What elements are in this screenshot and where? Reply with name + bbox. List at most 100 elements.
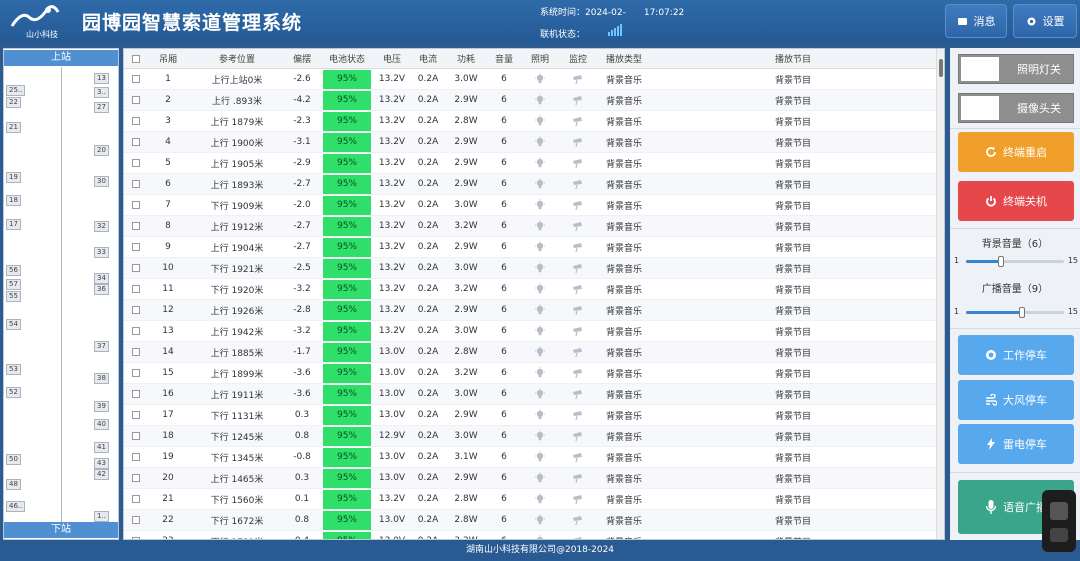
table-row[interactable]: 16 上行 1911米 -3.6 95% 13.0V 0.2A 3.0W 6 背景音乐 背景节目: [124, 384, 936, 405]
row-checkbox[interactable]: [128, 216, 144, 236]
cabin-marker[interactable]: 57: [6, 279, 21, 290]
message-button[interactable]: 消息: [945, 4, 1007, 38]
thunder-stop-button[interactable]: 雷电停车: [958, 424, 1074, 464]
camera-icon[interactable]: [558, 300, 598, 320]
table-row[interactable]: 9 上行 1904米 -2.7 95% 13.2V 0.2A 2.9W 6 背景音乐 背景节目: [124, 237, 936, 258]
slider-rail[interactable]: [966, 307, 1064, 318]
table-row[interactable]: 5 上行 1905米 -2.9 95% 13.2V 0.2A 2.9W 6 背景音乐 背景节目: [124, 153, 936, 174]
row-checkbox[interactable]: [128, 426, 144, 446]
row-checkbox[interactable]: [128, 279, 144, 299]
camera-icon[interactable]: [558, 468, 598, 488]
row-checkbox[interactable]: [128, 510, 144, 530]
row-checkbox[interactable]: [128, 489, 144, 509]
cabin-marker[interactable]: 22: [6, 97, 21, 108]
table-row[interactable]: 3 上行 1879米 -2.3 95% 13.2V 0.2A 2.8W 6 背景音乐 背景节目: [124, 111, 936, 132]
camera-icon[interactable]: [558, 531, 598, 539]
camera-icon[interactable]: [558, 132, 598, 152]
table-row[interactable]: 12 上行 1926米 -2.8 95% 13.2V 0.2A 2.9W 6 背景音乐 背景节目: [124, 300, 936, 321]
cabin-marker[interactable]: 48: [6, 479, 21, 490]
slider-handle[interactable]: [998, 256, 1004, 267]
terminal-shutdown-button[interactable]: 终端关机: [958, 181, 1074, 221]
select-all-checkbox[interactable]: [128, 49, 144, 68]
work-stop-button[interactable]: 工作停车: [958, 335, 1074, 375]
wind-stop-button[interactable]: 大风停车: [958, 380, 1074, 420]
table-row[interactable]: 19 下行 1345米 -0.8 95% 13.0V 0.2A 3.1W 6 背景音乐 背景节目: [124, 447, 936, 468]
cabin-marker[interactable]: 1..: [94, 511, 109, 522]
cabin-marker[interactable]: 25..: [6, 85, 26, 96]
table-row[interactable]: 10 下行 1921米 -2.5 95% 13.2V 0.2A 3.0W 6 背景音乐 背景节目: [124, 258, 936, 279]
row-checkbox[interactable]: [128, 468, 144, 488]
cabin-marker[interactable]: 52: [6, 387, 21, 398]
broadcast-volume-slider[interactable]: 1 15: [954, 306, 1078, 318]
table-row[interactable]: 8 上行 1912米 -2.7 95% 13.2V 0.2A 3.2W 6 背景音乐 背景节目: [124, 216, 936, 237]
light-bulb-icon[interactable]: [522, 174, 558, 194]
camera-icon[interactable]: [558, 384, 598, 404]
table-row[interactable]: 22 下行 1672米 0.8 95% 13.0V 0.2A 2.8W 6 背景音乐 背景节目: [124, 510, 936, 531]
cabin-marker[interactable]: 13: [94, 73, 109, 84]
camera-icon[interactable]: [558, 153, 598, 173]
row-checkbox[interactable]: [128, 405, 144, 425]
cabin-marker[interactable]: 56: [6, 265, 21, 276]
table-row[interactable]: 11 下行 1920米 -3.2 95% 13.2V 0.2A 3.2W 6 背景音乐 背景节目: [124, 279, 936, 300]
light-bulb-icon[interactable]: [522, 216, 558, 236]
camera-icon[interactable]: [558, 405, 598, 425]
row-checkbox[interactable]: [128, 111, 144, 131]
camera-icon[interactable]: [558, 321, 598, 341]
cabin-marker[interactable]: 18: [6, 195, 21, 206]
cabin-marker[interactable]: 32: [94, 221, 109, 232]
light-bulb-icon[interactable]: [522, 489, 558, 509]
row-checkbox[interactable]: [128, 195, 144, 215]
light-bulb-icon[interactable]: [522, 237, 558, 257]
row-checkbox[interactable]: [128, 342, 144, 362]
row-checkbox[interactable]: [128, 447, 144, 467]
camera-icon[interactable]: [558, 342, 598, 362]
row-checkbox[interactable]: [128, 237, 144, 257]
light-bulb-icon[interactable]: [522, 510, 558, 530]
table-scrollbar[interactable]: [936, 49, 944, 539]
floating-widget[interactable]: [1042, 490, 1076, 552]
cabin-marker[interactable]: 55: [6, 291, 21, 302]
camera-icon[interactable]: [558, 90, 598, 110]
cabin-marker[interactable]: 33: [94, 247, 109, 258]
light-bulb-icon[interactable]: [522, 426, 558, 446]
cabin-marker[interactable]: 42: [94, 469, 109, 480]
cabin-marker[interactable]: 27: [94, 102, 109, 113]
light-bulb-icon[interactable]: [522, 447, 558, 467]
row-checkbox[interactable]: [128, 69, 144, 89]
table-row[interactable]: 6 上行 1893米 -2.7 95% 13.2V 0.2A 2.9W 6 背景音乐 背景节目: [124, 174, 936, 195]
camera-icon[interactable]: [558, 195, 598, 215]
light-toggle[interactable]: 照明灯关: [958, 54, 1074, 84]
cabin-marker[interactable]: 30: [94, 176, 109, 187]
top-station[interactable]: 上站: [4, 50, 118, 66]
camera-icon[interactable]: [558, 447, 598, 467]
camera-icon[interactable]: [558, 216, 598, 236]
cabin-marker[interactable]: 46..: [6, 501, 26, 512]
cabin-marker[interactable]: 39: [94, 401, 109, 412]
table-row[interactable]: 1 上行上站0米 -2.6 95% 13.2V 0.2A 3.0W 6 背景音乐 背景节目: [124, 69, 936, 90]
light-bulb-icon[interactable]: [522, 405, 558, 425]
table-row[interactable]: 4 上行 1900米 -3.1 95% 13.2V 0.2A 2.9W 6 背景音乐 背景节目: [124, 132, 936, 153]
light-bulb-icon[interactable]: [522, 300, 558, 320]
table-row[interactable]: 14 上行 1885米 -1.7 95% 13.0V 0.2A 2.8W 6 背景音乐 背景节目: [124, 342, 936, 363]
slider-handle[interactable]: [1019, 307, 1025, 318]
table-row[interactable]: 20 上行 1465米 0.3 95% 13.0V 0.2A 2.9W 6 背景音乐 背景节目: [124, 468, 936, 489]
cabin-marker[interactable]: 3..: [94, 87, 109, 98]
camera-icon[interactable]: [558, 174, 598, 194]
light-bulb-icon[interactable]: [522, 279, 558, 299]
light-bulb-icon[interactable]: [522, 531, 558, 539]
light-bulb-icon[interactable]: [522, 363, 558, 383]
table-row[interactable]: 17 下行 1131米 0.3 95% 13.0V 0.2A 2.9W 6 背景音乐 背景节目: [124, 405, 936, 426]
row-checkbox[interactable]: [128, 321, 144, 341]
light-bulb-icon[interactable]: [522, 342, 558, 362]
camera-icon[interactable]: [558, 279, 598, 299]
table-row[interactable]: 15 上行 1899米 -3.6 95% 13.0V 0.2A 3.2W 6 背景音乐 背景节目: [124, 363, 936, 384]
light-bulb-icon[interactable]: [522, 468, 558, 488]
cabin-marker[interactable]: 17: [6, 219, 21, 230]
camera-icon[interactable]: [558, 237, 598, 257]
table-row[interactable]: 18 下行 1245米 0.8 95% 12.9V 0.2A 3.0W 6 背景音乐 背景节目: [124, 426, 936, 447]
cabin-marker[interactable]: 21: [6, 122, 21, 133]
cabin-marker[interactable]: 38: [94, 373, 109, 384]
camera-icon[interactable]: [558, 258, 598, 278]
light-bulb-icon[interactable]: [522, 258, 558, 278]
cabin-marker[interactable]: 37: [94, 341, 109, 352]
